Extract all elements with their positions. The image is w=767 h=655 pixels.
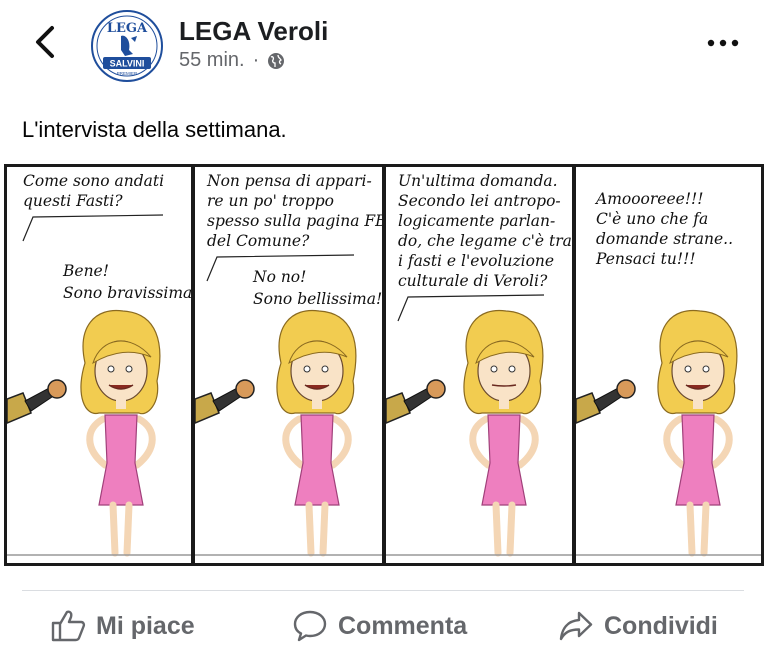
panel-answer-line: Bene!: [63, 262, 109, 280]
thumbs-up-icon: [51, 610, 86, 642]
avatar[interactable]: LEGA SALVINI PREMIER: [91, 10, 163, 82]
panel-question-line: re un po' troppo: [207, 192, 334, 210]
share-button[interactable]: Condividi: [558, 604, 718, 648]
comic-panel: Non pensa di appari-re un po' troppo spes…: [195, 167, 382, 563]
panel-question-line: spesso sulla pagina FB: [207, 212, 382, 230]
action-bar-divider: [22, 590, 744, 591]
panel-answer-line: Sono bravissima!: [63, 284, 191, 302]
panel-question-line: Amoooreee!!!: [596, 190, 704, 208]
comic-panel: Come sono andati questi Fasti? Bene! Sono b…: [7, 167, 191, 563]
panel-answer-line: Sono bellissima!: [253, 290, 382, 308]
more-options-icon[interactable]: [705, 35, 741, 51]
panel-question-line: logicamente parlan-: [398, 212, 556, 230]
post-time[interactable]: 55 min.: [179, 49, 245, 72]
back-arrow-icon[interactable]: [30, 24, 60, 60]
comment-label: Commenta: [338, 611, 468, 640]
logo-top-text: LEGA: [107, 21, 148, 36]
author-name[interactable]: LEGA Veroli: [179, 16, 328, 47]
comic-panel: Amoooreee!!! C'è uno che fa domande strane…: [576, 167, 761, 563]
globe-icon: [268, 52, 285, 69]
panel-question-line: domande strane..: [596, 230, 734, 248]
comment-button[interactable]: Commenta: [292, 604, 467, 648]
panel-question-line: del Comune?: [207, 232, 310, 250]
like-button[interactable]: Mi piace: [50, 604, 195, 648]
like-label: Mi piace: [96, 611, 195, 640]
post-meta: 55 min. ·: [179, 49, 285, 72]
panel-question-line: Come sono andati: [23, 172, 165, 190]
share-label: Condividi: [604, 611, 718, 640]
panel-question-line: do, che legame c'è tra: [398, 232, 572, 250]
logo-sub-text: PREMIER: [117, 71, 138, 76]
panel-question-line: i fasti e l'evoluzione: [398, 252, 555, 270]
cartoon-illustration: [7, 214, 191, 557]
panel-question-line: Pensaci tu!!!: [596, 250, 696, 268]
panel-question-line: Secondo lei antropo-: [398, 192, 561, 210]
panel-question-line: culturale di Veroli?: [398, 272, 548, 290]
logo-bottom-text: SALVINI: [110, 59, 145, 69]
comment-bubble-icon: [293, 610, 327, 642]
panel-question-line: questi Fasti?: [23, 192, 123, 210]
panel-question-line: Non pensa di appari-: [207, 172, 372, 190]
panel-answer-line: No no!: [253, 268, 307, 286]
panel-question-line: C'è uno che fa: [596, 210, 709, 228]
panel-question-line: Un'ultima domanda.: [398, 172, 558, 190]
meta-separator: ·: [252, 49, 260, 71]
comic-panel: Un'ultima domanda. Secondo lei antropo-lo…: [386, 167, 572, 563]
post-caption: L'intervista della settimana.: [22, 117, 287, 142]
share-arrow-icon: [559, 611, 593, 641]
comic-image[interactable]: Come sono andati questi Fasti? Bene! Sono b…: [4, 164, 764, 566]
